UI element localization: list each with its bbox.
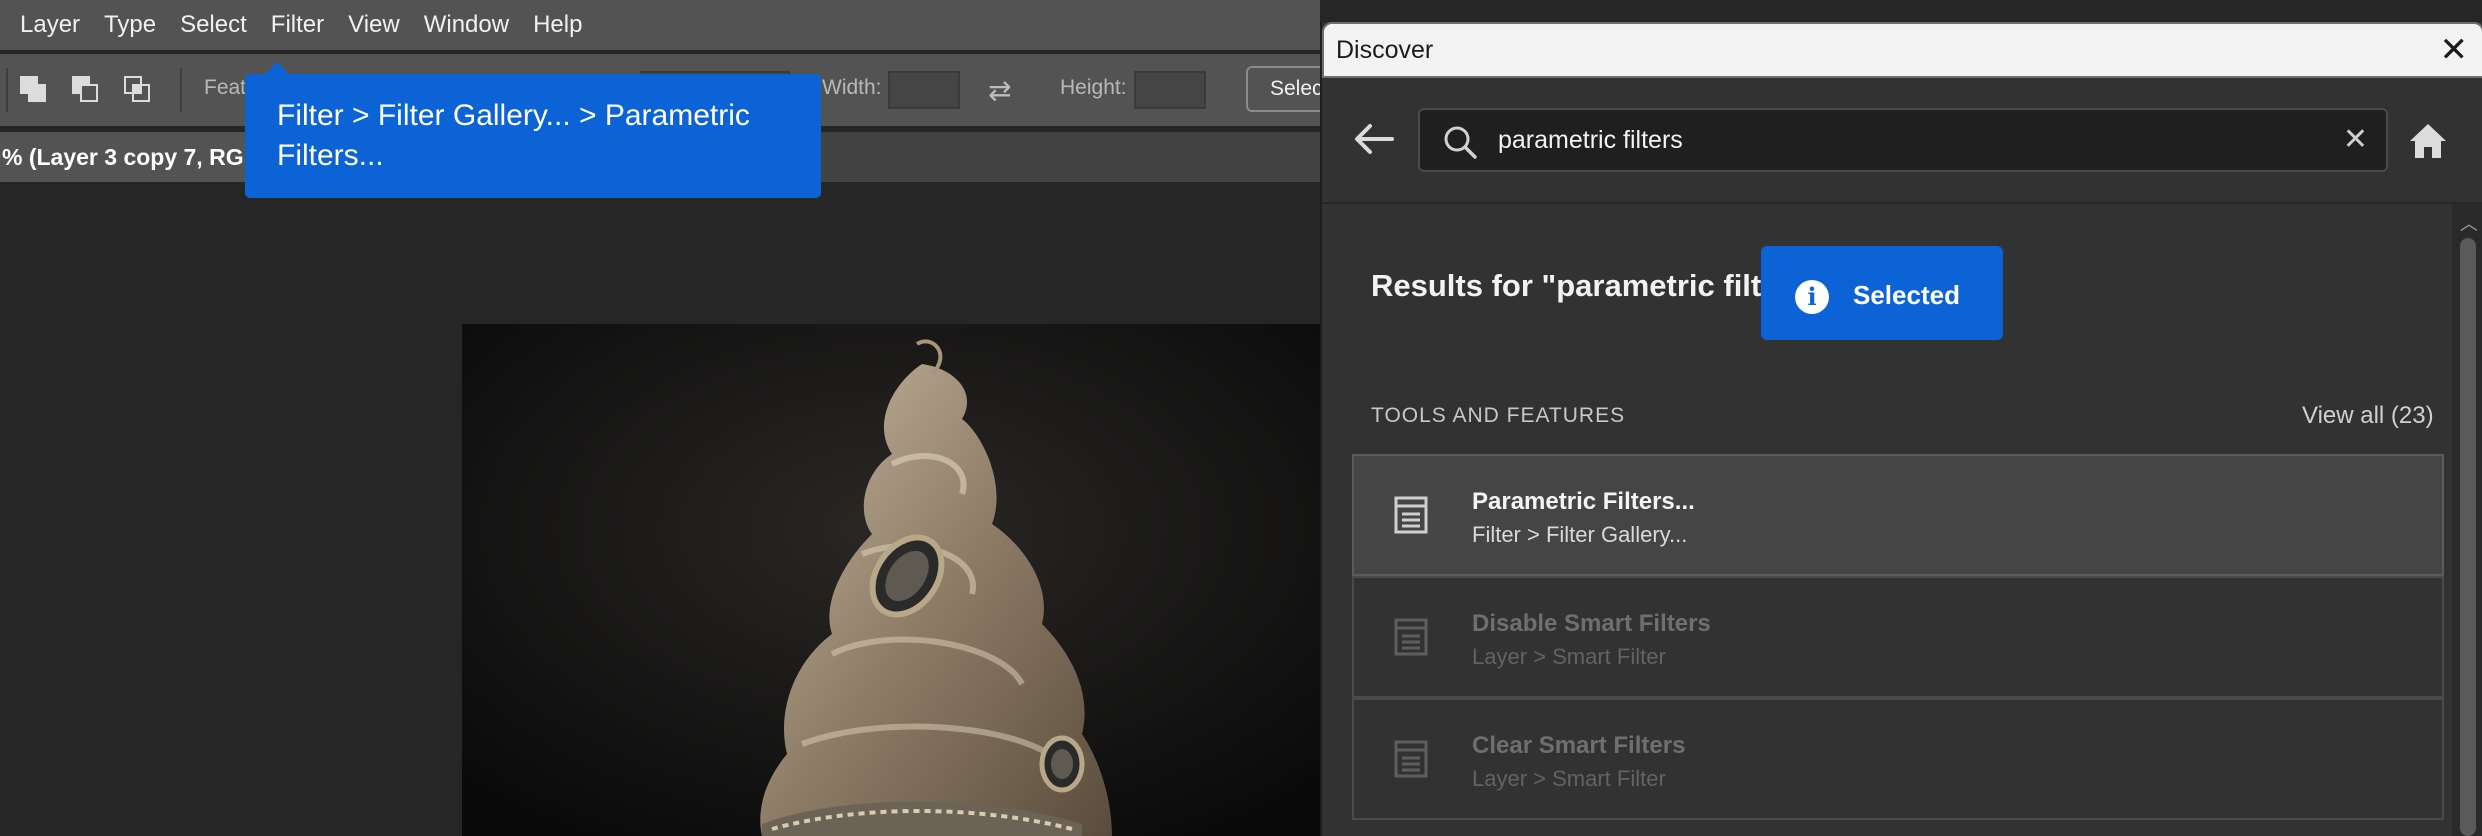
canvas-image	[462, 324, 1322, 836]
options-divider	[6, 68, 8, 112]
result-item-clear-smart-filters[interactable]: Clear Smart Filters Layer > Smart Filter	[1352, 698, 2444, 820]
result-path: Filter > Filter Gallery...	[1472, 522, 1688, 547]
view-all-link[interactable]: View all (23)	[2302, 402, 2434, 430]
menu-bar: Layer Type Select Filter View Window Hel…	[0, 0, 1320, 50]
discover-title: Discover	[1336, 36, 1434, 64]
menu-item-icon	[1394, 496, 1428, 534]
menu-layer[interactable]: Layer	[0, 0, 92, 50]
search-icon	[1444, 126, 1477, 159]
subtract-from-selection-icon[interactable]	[72, 76, 102, 106]
arrow-left-icon[interactable]	[1352, 122, 1396, 156]
swap-dimensions-icon[interactable]: ⇄	[988, 74, 1011, 107]
result-path: Layer > Smart Filter	[1472, 644, 1666, 669]
menu-help[interactable]: Help	[521, 0, 594, 50]
menu-type[interactable]: Type	[92, 0, 168, 50]
width-input[interactable]	[888, 71, 960, 109]
portrait-artwork	[462, 324, 1322, 836]
menu-view[interactable]: View	[336, 0, 412, 50]
discover-search-header: parametric filters ✕	[1322, 78, 2482, 204]
tooltip-line-1: Filter > Filter Gallery... > Parametric	[277, 99, 750, 132]
height-input[interactable]	[1134, 71, 1206, 109]
width-label: Width:	[822, 76, 882, 99]
menu-path-tooltip: Filter > Filter Gallery... > Parametric …	[245, 74, 821, 198]
discover-results: Results for "parametric filters i Select…	[1322, 204, 2482, 836]
info-icon: i	[1795, 280, 1829, 314]
menu-filter[interactable]: Filter	[259, 0, 336, 50]
result-title: Parametric Filters...	[1472, 488, 1695, 515]
selected-label: Selected	[1853, 280, 1960, 310]
add-to-selection-icon[interactable]	[20, 76, 50, 106]
tooltip-line-2: Filters...	[277, 139, 384, 172]
result-item-disable-smart-filters[interactable]: Disable Smart Filters Layer > Smart Filt…	[1352, 576, 2444, 698]
result-title: Clear Smart Filters	[1472, 732, 1686, 759]
menu-window[interactable]: Window	[412, 0, 521, 50]
search-query[interactable]: parametric filters	[1498, 110, 1683, 170]
intersect-selection-icon[interactable]	[124, 76, 154, 106]
menu-item-icon	[1394, 618, 1428, 656]
results-heading: Results for "parametric filters	[1371, 268, 1808, 303]
discover-panel: Discover ✕ parametric filters ✕ Results …	[1320, 22, 2482, 836]
menu-select[interactable]: Select	[168, 0, 259, 50]
canvas-area[interactable]	[0, 182, 1322, 836]
result-title: Disable Smart Filters	[1472, 610, 1711, 637]
close-icon[interactable]: ✕	[2440, 30, 2469, 70]
results-scrollbar[interactable]: ︿	[2452, 204, 2482, 836]
section-label: TOOLS AND FEATURES	[1371, 404, 1626, 427]
result-item-parametric-filters[interactable]: Parametric Filters... Filter > Filter Ga…	[1352, 454, 2444, 576]
menu-item-icon	[1394, 740, 1428, 778]
options-divider	[180, 68, 182, 112]
selected-badge: i Selected	[1761, 246, 2003, 340]
clear-search-icon[interactable]: ✕	[2343, 120, 2368, 160]
discover-titlebar[interactable]: Discover ✕	[1322, 22, 2482, 78]
search-input[interactable]: parametric filters ✕	[1418, 108, 2388, 172]
scrollbar-thumb[interactable]	[2460, 238, 2476, 836]
photoshop-window: Layer Type Select Filter View Window Hel…	[0, 0, 2482, 836]
result-path: Layer > Smart Filter	[1472, 766, 1666, 791]
chevron-up-icon[interactable]: ︿	[2460, 210, 2478, 236]
home-icon[interactable]	[2408, 122, 2448, 160]
feather-label: Feat	[204, 76, 247, 99]
height-label: Height:	[1060, 76, 1127, 99]
